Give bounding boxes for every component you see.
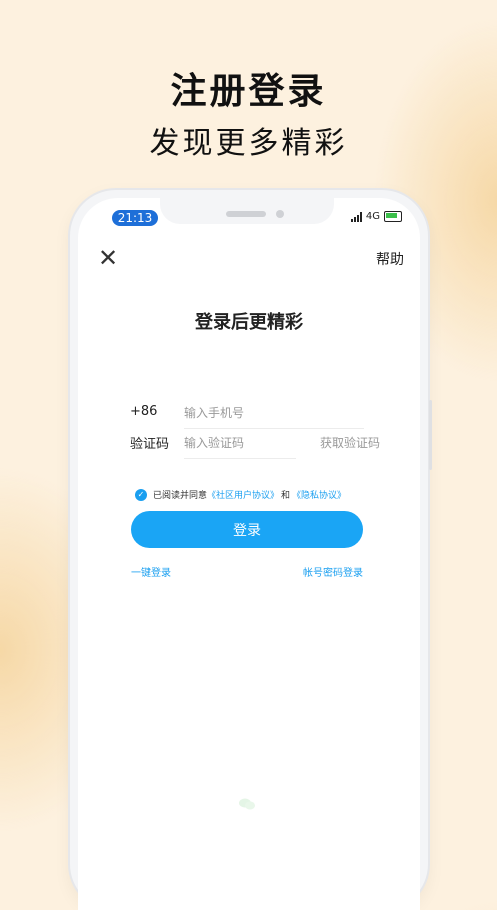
code-label: 验证码 [130,437,170,452]
wechat-icon[interactable] [238,798,256,810]
agreement-joiner: 和 [281,491,291,501]
phone-side-button [429,400,432,470]
help-button[interactable]: 帮助 [376,249,404,269]
battery-icon [384,211,402,222]
status-time: 21:13 [112,210,158,226]
code-input-underline [184,458,296,459]
status-indicators: 4G [350,211,402,222]
phone-input[interactable]: 输入手机号 [184,404,244,421]
agreement-row: ✓ 已阅读并同意 《社区用户协议》 和 《隐私协议》 [135,488,346,501]
signal-icon [350,211,362,222]
code-input[interactable]: 输入验证码 [184,434,244,451]
community-agreement-link[interactable]: 《社区用户协议》 [207,488,279,501]
camera-icon [276,210,284,218]
speaker-icon [226,211,266,217]
one-click-login-link[interactable]: 一键登录 [131,564,171,579]
promo-title: 注册登录 [170,71,327,112]
close-icon[interactable]: ✕ [98,246,118,270]
login-title: 登录后更精彩 [195,312,303,333]
country-code[interactable]: +86 [130,404,157,419]
phone-frame: 21:13 4G ✕ 帮助 登录后更精彩 +86 输入手机号 验证码 输入验证码… [70,190,432,910]
agreement-prefix: 已阅读并同意 [153,491,208,501]
promo-subtitle: 发现更多精彩 [149,126,348,161]
phone-input-underline [184,428,364,429]
privacy-agreement-link[interactable]: 《隐私协议》 [292,488,346,501]
phone-screen: 21:13 4G ✕ 帮助 登录后更精彩 +86 输入手机号 验证码 输入验证码… [78,198,420,910]
network-type: 4G [365,211,380,222]
get-code-button[interactable]: 获取验证码 [320,434,380,451]
password-login-link[interactable]: 帐号密码登录 [303,564,363,579]
login-button[interactable]: 登录 [131,511,363,548]
agreement-checkbox[interactable]: ✓ [135,488,147,501]
